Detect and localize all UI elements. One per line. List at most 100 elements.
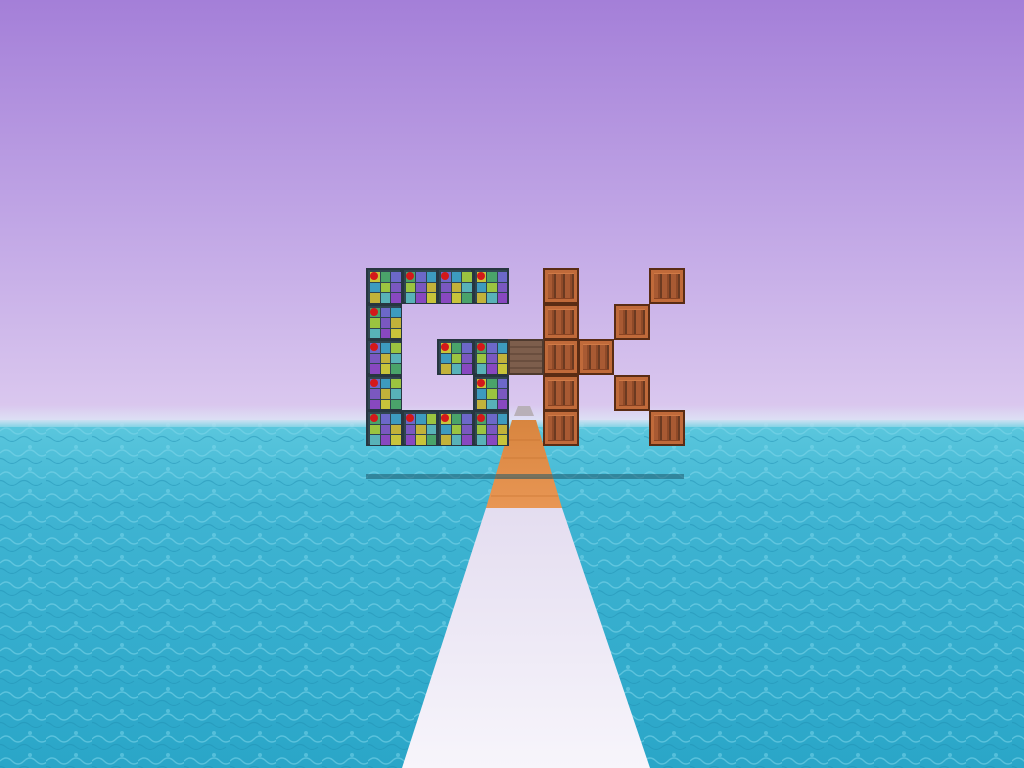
glass-pane: [426, 282, 436, 292]
glass-pane: [380, 343, 390, 353]
glass-pane: [380, 353, 390, 363]
glass-pane: [416, 272, 426, 282]
glass-pane: [451, 414, 461, 424]
glass-pane: [451, 353, 461, 363]
crate-block: [613, 374, 650, 411]
glass-pane: [476, 399, 486, 409]
glass-pane: [370, 364, 380, 374]
glass-pane: [497, 293, 507, 303]
glass-block: [366, 339, 402, 375]
glass-pane: [380, 328, 390, 338]
glass-pane: [391, 399, 401, 409]
game-viewport[interactable]: [0, 0, 1024, 768]
glass-pane: [416, 282, 426, 292]
glass-pane: [380, 307, 390, 317]
glass-pane: [476, 389, 486, 399]
red-gem: [370, 307, 378, 316]
glass-pane: [391, 353, 401, 363]
glass-pane: [497, 378, 507, 388]
glass-pane: [451, 435, 461, 445]
glass-pane: [391, 328, 401, 338]
glass-pane: [487, 399, 497, 409]
glass-pane: [497, 389, 507, 399]
glass-pane: [370, 389, 380, 399]
red-gem: [370, 343, 378, 351]
glass-pane: [380, 378, 390, 388]
glass-pane: [380, 364, 390, 374]
glass-block: [437, 410, 473, 446]
crate-block: [542, 268, 579, 304]
glass-pane: [462, 364, 472, 374]
glass-pane: [497, 424, 507, 434]
glass-pane: [426, 424, 436, 434]
glass-pane: [391, 282, 401, 292]
glass-pane: [426, 435, 436, 445]
glass-block: [472, 268, 509, 304]
glass-pane: [497, 364, 507, 374]
glass-pane: [380, 272, 390, 282]
glass-pane: [391, 389, 401, 399]
glass-pane: [476, 364, 486, 374]
glass-pane: [451, 364, 461, 374]
red-gem: [370, 414, 378, 422]
glass-pane: [497, 282, 507, 292]
gk-block-sign: [0, 0, 1024, 768]
glass-pane: [441, 364, 451, 374]
glass-pane: [451, 293, 461, 303]
glass-pane: [497, 399, 507, 409]
glass-pane: [380, 318, 390, 328]
glass-pane: [476, 293, 486, 303]
crate-block: [578, 339, 614, 375]
glass-pane: [380, 293, 390, 303]
glass-block: [437, 268, 473, 304]
glass-block: [472, 374, 509, 411]
glass-pane: [487, 293, 497, 303]
crate-block: [542, 374, 579, 411]
glass-pane: [462, 282, 472, 292]
glass-pane: [451, 272, 461, 282]
red-gem: [370, 378, 378, 387]
glass-block: [472, 339, 509, 375]
glass-pane: [380, 435, 390, 445]
engraved-stone-block: [508, 339, 544, 375]
glass-pane: [416, 435, 426, 445]
glass-pane: [476, 353, 486, 363]
glass-pane: [426, 272, 436, 282]
red-gem: [476, 272, 485, 280]
glass-pane: [497, 343, 507, 353]
glass-pane: [370, 318, 380, 328]
glass-pane: [380, 399, 390, 409]
glass-pane: [476, 282, 486, 292]
glass-pane: [487, 364, 497, 374]
glass-pane: [380, 424, 390, 434]
red-gem: [370, 272, 378, 280]
glass-pane: [451, 424, 461, 434]
glass-pane: [487, 414, 497, 424]
glass-block: [401, 410, 438, 446]
crate-block: [649, 268, 685, 304]
glass-pane: [487, 378, 497, 388]
glass-pane: [462, 343, 472, 353]
red-gem: [405, 414, 414, 422]
glass-pane: [370, 399, 380, 409]
glass-pane: [405, 282, 415, 292]
glass-pane: [370, 353, 380, 363]
glass-pane: [462, 353, 472, 363]
glass-pane: [370, 435, 380, 445]
glass-pane: [462, 293, 472, 303]
glass-block: [437, 339, 473, 375]
glass-pane: [441, 293, 451, 303]
glass-block: [472, 410, 509, 446]
glass-pane: [462, 435, 472, 445]
glass-pane: [370, 328, 380, 338]
red-gem: [441, 272, 449, 280]
glass-pane: [497, 353, 507, 363]
glass-pane: [416, 293, 426, 303]
glass-pane: [380, 282, 390, 292]
glass-pane: [441, 435, 451, 445]
glass-pane: [441, 282, 451, 292]
glass-block: [366, 268, 402, 304]
red-gem: [476, 414, 485, 422]
red-gem: [441, 343, 449, 351]
glass-pane: [487, 389, 497, 399]
